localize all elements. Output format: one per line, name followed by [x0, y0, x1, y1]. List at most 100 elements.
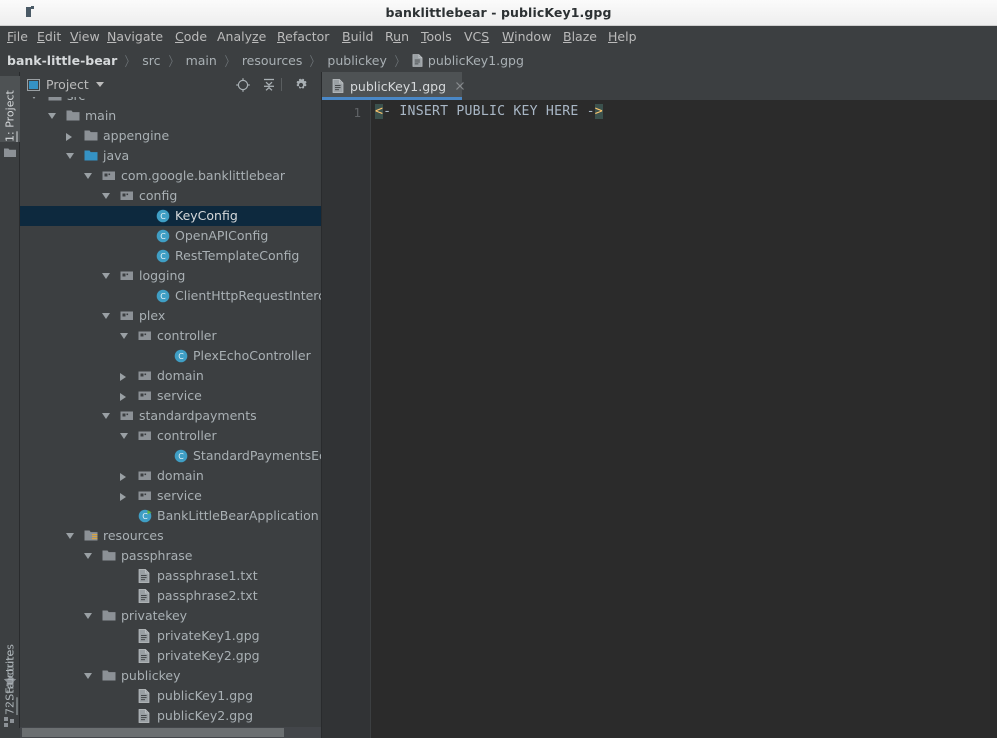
chevron-down-icon[interactable] — [30, 97, 38, 99]
project-tree[interactable]: srcmainappenginejavacom.google.banklittl… — [20, 97, 321, 727]
chevron-right-icon[interactable] — [120, 393, 126, 401]
tree-node-java[interactable]: java — [20, 146, 321, 166]
tree-node-controller[interactable]: controller — [20, 326, 321, 346]
chevron-down-icon[interactable] — [102, 413, 110, 419]
menu-item-build[interactable]: Build — [340, 26, 375, 48]
tree-node-privatekey2-gpg[interactable]: privateKey2.gpg — [20, 646, 321, 666]
breadcrumb-item-publickey[interactable]: publickey — [327, 53, 387, 68]
menu-item-navigate[interactable]: Navigate — [105, 26, 165, 48]
breadcrumb-item-publickey1-gpg[interactable]: publicKey1.gpg — [412, 53, 524, 68]
breadcrumb-item-src[interactable]: src — [142, 53, 160, 68]
chevron-down-icon[interactable] — [84, 613, 92, 619]
tree-node-standardpaymentsech[interactable]: CStandardPaymentsEch — [20, 446, 321, 466]
sidebar-item-structure[interactable]: 7: Structure — [0, 627, 20, 715]
menu-item-label: Build — [342, 29, 373, 44]
chevron-down-icon[interactable] — [84, 553, 92, 559]
tree-node-plexechocontroller[interactable]: CPlexEchoController — [20, 346, 321, 366]
menu-item-label: Help — [608, 29, 637, 44]
chevron-down-icon[interactable] — [120, 433, 128, 439]
menu-item-edit[interactable]: Edit — [35, 26, 63, 48]
tree-node-main[interactable]: main — [20, 106, 321, 126]
chevron-right-icon[interactable] — [66, 133, 72, 141]
menu-item-run[interactable]: Run — [383, 26, 411, 48]
project-view-icon — [27, 79, 40, 91]
folder-icon — [66, 109, 80, 123]
breadcrumb-item-resources[interactable]: resources — [242, 53, 303, 68]
locate-file-icon[interactable] — [235, 77, 251, 93]
tree-node-passphrase[interactable]: passphrase — [20, 546, 321, 566]
tree-node-appengine[interactable]: appengine — [20, 126, 321, 146]
chevron-right-icon[interactable] — [120, 493, 126, 501]
breadcrumb-item-bank-little-bear[interactable]: bank-little-bear — [7, 53, 117, 68]
tree-node-label: privateKey1.gpg — [157, 626, 260, 646]
menu-item-blaze[interactable]: Blaze — [561, 26, 599, 48]
tree-node-label: com.google.banklittlebear — [121, 166, 285, 186]
file-icon — [138, 709, 152, 723]
chevron-down-icon[interactable] — [102, 193, 110, 199]
tree-node-config[interactable]: config — [20, 186, 321, 206]
tree-node-clienthttprequestintercep[interactable]: CClientHttpRequestIntercep — [20, 286, 321, 306]
breadcrumb-label: publicKey1.gpg — [428, 53, 524, 68]
collapse-all-icon[interactable] — [261, 77, 277, 93]
chevron-right-icon[interactable] — [120, 473, 126, 481]
menu-item-tools[interactable]: Tools — [419, 26, 454, 48]
tree-node-publickey[interactable]: publickey — [20, 666, 321, 686]
menu-item-vcs[interactable]: VCS — [462, 26, 491, 48]
tree-node-passphrase2-txt[interactable]: passphrase2.txt — [20, 586, 321, 606]
tree-node-privatekey1-gpg[interactable]: privateKey1.gpg — [20, 626, 321, 646]
menu-item-code[interactable]: Code — [173, 26, 209, 48]
tree-node-label: publicKey2.gpg — [157, 706, 253, 726]
tree-node-label: resources — [103, 526, 164, 546]
breadcrumb-separator: 〉 — [120, 51, 139, 70]
tree-node-resources[interactable]: resources — [20, 526, 321, 546]
tree-node-keyconfig[interactable]: CKeyConfig — [20, 206, 321, 226]
menu-item-help[interactable]: Help — [606, 26, 639, 48]
chevron-down-icon[interactable] — [102, 313, 110, 319]
tree-node-domain[interactable]: domain — [20, 466, 321, 486]
project-view-selector[interactable]: Project — [27, 72, 104, 97]
tree-node-plex[interactable]: plex — [20, 306, 321, 326]
chevron-down-icon[interactable] — [66, 533, 74, 539]
chevron-down-icon[interactable] — [120, 333, 128, 339]
close-icon[interactable] — [454, 80, 466, 92]
chevron-down-icon[interactable] — [102, 273, 110, 279]
menu-item-analyze[interactable]: Analyze — [215, 26, 268, 48]
project-tree-hscrollbar[interactable] — [22, 728, 284, 737]
tree-node-privatekey[interactable]: privatekey — [20, 606, 321, 626]
package-icon — [138, 489, 152, 503]
breadcrumb-item-main[interactable]: main — [186, 53, 217, 68]
tree-node-domain[interactable]: domain — [20, 366, 321, 386]
package-icon — [138, 389, 152, 403]
tree-node-standardpayments[interactable]: standardpayments — [20, 406, 321, 426]
file-icon — [138, 689, 152, 703]
chevron-down-icon[interactable] — [96, 82, 104, 87]
menu-item-label: Refactor — [277, 29, 329, 44]
editor-tab-publickey1[interactable]: publicKey1.gpg — [322, 72, 462, 100]
tree-node-logging[interactable]: logging — [20, 266, 321, 286]
tree-node-src[interactable]: src — [20, 97, 321, 106]
package-icon — [138, 369, 152, 383]
tree-node-passphrase1-txt[interactable]: passphrase1.txt — [20, 566, 321, 586]
chevron-down-icon[interactable] — [66, 153, 74, 159]
tree-node-com-google-banklittlebear[interactable]: com.google.banklittlebear — [20, 166, 321, 186]
menu-item-view[interactable]: View — [68, 26, 102, 48]
code-editor[interactable]: 1 <- INSERT PUBLIC KEY HERE -> — [322, 100, 997, 738]
tree-node-publickey2-gpg[interactable]: publicKey2.gpg — [20, 706, 321, 726]
menu-item-window[interactable]: Window — [500, 26, 553, 48]
tree-node-controller[interactable]: controller — [20, 426, 321, 446]
chevron-down-icon[interactable] — [84, 673, 92, 679]
tree-node-banklittlebearapplication[interactable]: CBankLittleBearApplication — [20, 506, 321, 526]
chevron-down-icon[interactable] — [48, 113, 56, 119]
menu-item-refactor[interactable]: Refactor — [275, 26, 331, 48]
tree-node-publickey1-gpg[interactable]: publicKey1.gpg — [20, 686, 321, 706]
editor-gutter[interactable]: 1 — [322, 100, 370, 738]
settings-gear-icon[interactable] — [293, 77, 309, 93]
menu-item-file[interactable]: File — [5, 26, 30, 48]
chevron-down-icon[interactable] — [84, 173, 92, 179]
tree-node-service[interactable]: service — [20, 386, 321, 406]
sidebar-item-project[interactable]: 1: Project — [0, 76, 20, 142]
tree-node-resttemplateconfig[interactable]: CRestTemplateConfig — [20, 246, 321, 266]
chevron-right-icon[interactable] — [120, 373, 126, 381]
tree-node-service[interactable]: service — [20, 486, 321, 506]
tree-node-openapiconfig[interactable]: COpenAPIConfig — [20, 226, 321, 246]
